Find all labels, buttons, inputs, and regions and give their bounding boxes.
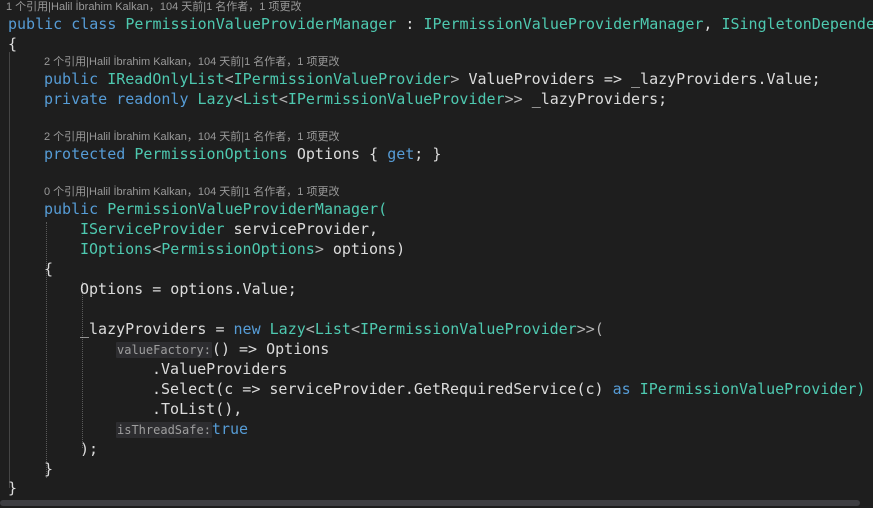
code-line-lazy-field[interactable]: private readonly Lazy<List<IPermissionVa… bbox=[44, 89, 667, 109]
type-lazy: Lazy bbox=[269, 320, 306, 338]
code-line-open-brace[interactable]: { bbox=[8, 34, 17, 54]
comma: , bbox=[703, 15, 722, 33]
to-list-call: .ToList(), bbox=[152, 400, 243, 418]
keyword-true: true bbox=[211, 420, 249, 438]
type-list: List bbox=[314, 320, 351, 338]
codelens-class[interactable]: 1 个引用|Halil İbrahim Kalkan，104 天前|1 名作者，… bbox=[6, 0, 301, 14]
field-lazy-providers: _lazyProviders; bbox=[531, 90, 668, 108]
keyword-protected: protected bbox=[44, 145, 126, 163]
close-brace: } bbox=[8, 479, 18, 497]
scrollbar-thumb[interactable] bbox=[0, 500, 860, 506]
code-line-param-service-provider[interactable]: IServiceProvider serviceProvider, bbox=[80, 219, 378, 239]
codelens-constructor[interactable]: 0 个引用|Halil İbrahim Kalkan，104 天前|1 名作者，… bbox=[44, 185, 339, 199]
property-options: Options bbox=[296, 145, 361, 163]
constructor-name: PermissionValueProviderManager( bbox=[107, 200, 388, 218]
type-ipermission-value-provider: IPermissionValueProvider bbox=[287, 90, 505, 108]
code-line-select[interactable]: .Select(c => serviceProvider.GetRequired… bbox=[152, 379, 865, 399]
class-name: PermissionValueProviderManager bbox=[125, 15, 397, 33]
code-line-close-paren[interactable]: ); bbox=[80, 439, 98, 459]
interface-singleton: ISingletonDependency bbox=[721, 15, 873, 33]
code-line-value-providers[interactable]: public IReadOnlyList<IPermissionValuePro… bbox=[44, 69, 821, 89]
code-line-dot-value-providers[interactable]: .ValueProviders bbox=[152, 359, 287, 379]
colon: : bbox=[396, 15, 424, 33]
keyword-public: public bbox=[44, 200, 99, 218]
code-line-class-declaration[interactable]: public class PermissionValueProviderMana… bbox=[8, 14, 873, 34]
code-line-value-factory[interactable]: valueFactory:() => Options bbox=[116, 339, 329, 359]
type-ioptions: IOptions bbox=[80, 240, 153, 258]
param-options: options) bbox=[323, 240, 406, 258]
code-editor[interactable]: 1 个引用|Halil İbrahim Kalkan，104 天前|1 名作者，… bbox=[0, 0, 873, 508]
keyword-public: public bbox=[44, 70, 99, 88]
type-permission-options: PermissionOptions bbox=[134, 145, 288, 163]
property-value-providers: ValueProviders bbox=[468, 70, 595, 88]
param-service-provider: serviceProvider, bbox=[224, 220, 379, 238]
assign-options-statement: Options = options.Value; bbox=[80, 280, 297, 298]
select-cast-type: IPermissionValueProvider) bbox=[630, 380, 866, 398]
lazy-assign-target: _lazyProviders = bbox=[80, 320, 234, 338]
code-line-class-close-brace[interactable]: } bbox=[8, 478, 17, 498]
keyword-private: private bbox=[44, 90, 108, 108]
code-line-param-options[interactable]: IOptions<PermissionOptions> options) bbox=[80, 239, 405, 259]
lambda-start: () => Options bbox=[211, 340, 330, 358]
indent-guide bbox=[9, 52, 10, 488]
horizontal-scrollbar[interactable] bbox=[0, 498, 873, 508]
code-line-ctor-open-brace[interactable]: { bbox=[44, 259, 53, 279]
keyword-readonly: readonly bbox=[116, 90, 189, 108]
type-permission-options: PermissionOptions bbox=[161, 240, 315, 258]
keyword-new: new bbox=[233, 320, 261, 338]
select-call: .Select(c => serviceProvider.GetRequired… bbox=[152, 380, 613, 398]
close-paren: ); bbox=[80, 440, 99, 458]
lazy-value-expression: _lazyProviders.Value; bbox=[631, 70, 821, 88]
type-iservice-provider: IServiceProvider bbox=[80, 220, 225, 238]
code-line-lazy-assign[interactable]: _lazyProviders = new Lazy<List<IPermissi… bbox=[80, 319, 604, 339]
open-brace: { bbox=[8, 35, 18, 53]
code-line-constructor[interactable]: public PermissionValueProviderManager( bbox=[44, 199, 387, 219]
type-list: List bbox=[242, 90, 279, 108]
accessor-end: ; } bbox=[414, 145, 442, 163]
type-ireadonlylist: IReadOnlyList bbox=[107, 70, 225, 88]
code-line-options-property[interactable]: protected PermissionOptions Options { ge… bbox=[44, 144, 441, 164]
codelens-options[interactable]: 2 个引用|Halil İbrahim Kalkan，104 天前|1 名作者，… bbox=[44, 130, 339, 144]
keyword-public: public bbox=[8, 15, 63, 33]
keyword-class: class bbox=[71, 15, 117, 33]
type-ipermission-value-provider: IPermissionValueProvider bbox=[233, 70, 451, 88]
inline-hint-is-thread-safe: isThreadSafe: bbox=[116, 422, 212, 438]
type-ipermission-value-provider: IPermissionValueProvider bbox=[359, 320, 577, 338]
code-line-assign-options[interactable]: Options = options.Value; bbox=[80, 279, 297, 299]
open-brace: { bbox=[44, 260, 54, 278]
close-brace: } bbox=[44, 460, 54, 478]
code-line-to-list[interactable]: .ToList(), bbox=[152, 399, 242, 419]
code-line-ctor-close-brace[interactable]: } bbox=[44, 459, 53, 479]
arrow: => bbox=[594, 70, 632, 88]
indent-guide bbox=[82, 282, 83, 448]
type-lazy: Lazy bbox=[197, 90, 234, 108]
codelens-value-providers[interactable]: 2 个引用|Halil İbrahim Kalkan，104 天前|1 名作者，… bbox=[44, 55, 339, 69]
code-line-thread-safe[interactable]: isThreadSafe:true bbox=[116, 419, 248, 439]
interface-manager: IPermissionValueProviderManager bbox=[423, 15, 704, 33]
inline-hint-value-factory: valueFactory: bbox=[116, 342, 212, 358]
keyword-as: as bbox=[612, 380, 631, 398]
get-accessor: { bbox=[360, 145, 388, 163]
member-value-providers: .ValueProviders bbox=[152, 360, 288, 378]
keyword-get: get bbox=[387, 145, 415, 163]
